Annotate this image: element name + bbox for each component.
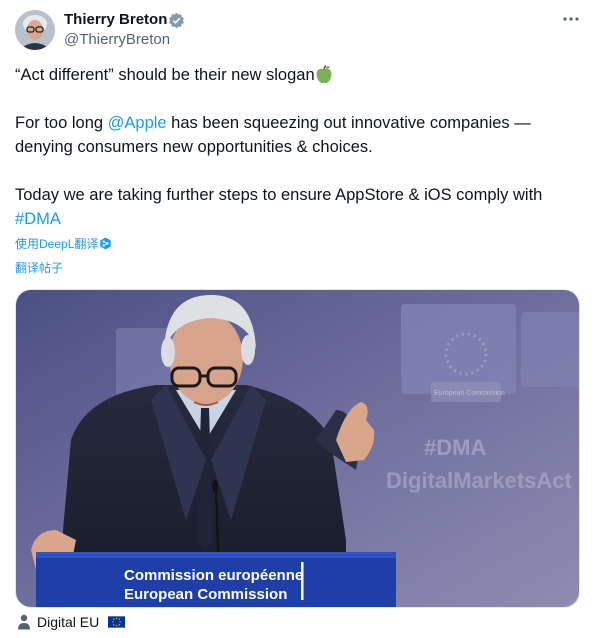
verified-badge-icon[interactable] [168,12,185,29]
deepl-icon[interactable] [99,237,112,250]
avatar-image [15,10,55,50]
mention-link[interactable]: @Apple [108,114,167,132]
tweet-line-1: “Act different” should be their new slog… [15,63,575,87]
person-icon [18,614,30,630]
eu-flag-icon [108,616,125,628]
photo-credit[interactable]: Digital EU [37,613,99,631]
backdrop-hashtag: #DMA [424,435,486,460]
avatar[interactable] [15,10,55,50]
backdrop-small-label: European Commission [434,390,505,397]
tweet-line-3-text: Today we are taking further steps to ens… [15,186,543,204]
backdrop-slogan: DigitalMarketsAct [386,468,573,493]
deepl-translate-link[interactable]: 使用DeepL翻译 [15,236,98,252]
author-handle[interactable]: @ThierryBreton [64,31,170,49]
author-name[interactable]: Thierry Breton [64,11,167,29]
podium-label-fr: Commission européenne [124,567,303,584]
tweet-text: “Act different” should be their new slog… [15,63,575,231]
press-conference-photo: European Commission #DMA DigitalMarketsA… [16,290,579,607]
backdrop-panel-right [401,304,516,394]
tweet-photo[interactable]: European Commission #DMA DigitalMarketsA… [15,289,580,608]
translate-post-link[interactable]: 翻译帖子 [15,260,63,276]
tweet-line-2-pre: For too long [15,114,108,132]
tweet-line-3: Today we are taking further steps to ens… [15,183,575,231]
tweet-line-1-text: “Act different” should be their new slog… [15,66,315,84]
tweet-line-2: For too long @Apple has been squeezing o… [15,111,575,159]
podium-label-en: European Commission [124,586,287,603]
more-options-icon[interactable] [562,10,580,28]
hashtag-link[interactable]: #DMA [15,210,61,228]
tweet: Thierry Breton @ThierryBreton “Act diffe… [0,0,598,638]
green-apple-emoji-icon [316,65,332,84]
